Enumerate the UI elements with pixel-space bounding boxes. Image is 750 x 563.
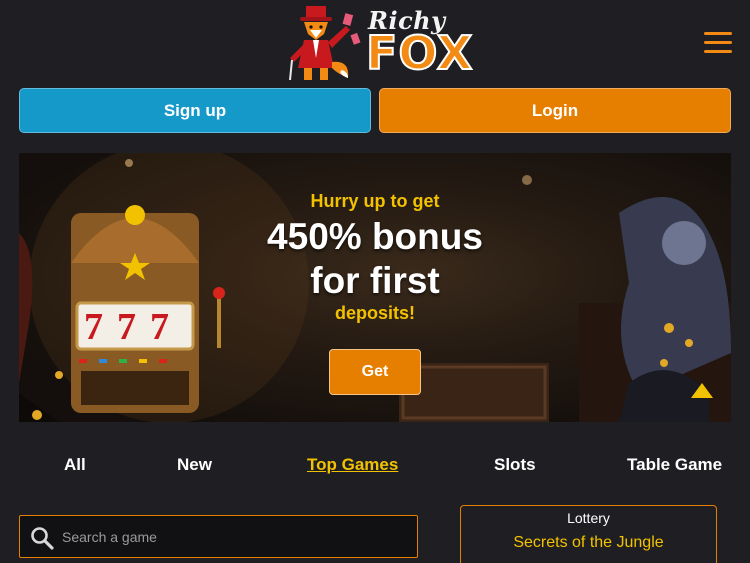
game-search [19, 515, 418, 558]
tab-slots[interactable]: Slots [494, 455, 536, 475]
menu-line [704, 32, 732, 35]
triangle-up-icon[interactable] [691, 383, 713, 398]
promo-title: 450% bonus for first [19, 215, 731, 303]
hamburger-menu-icon[interactable] [704, 32, 732, 56]
tab-table-game[interactable]: Table Game [627, 455, 722, 475]
signup-button[interactable]: Sign up [19, 88, 371, 133]
lottery-name: Secrets of the Jungle [513, 534, 664, 551]
search-icon[interactable] [30, 526, 54, 550]
richy-fox-logo[interactable]: Richy FOX [284, 4, 473, 82]
promo-banner: 7 7 7 Hurry up to get 450% bonus for fir… [19, 153, 731, 422]
promo-title-line1: 450% bonus [267, 216, 483, 257]
login-button[interactable]: Login [379, 88, 731, 133]
tab-top-games[interactable]: Top Games [307, 455, 398, 475]
logo-text-fox: FOX [365, 26, 474, 80]
tab-new[interactable]: New [177, 455, 212, 475]
promo-title-line2: for first [310, 260, 440, 301]
game-category-tabs: All New Top Games Slots Table Game [0, 455, 750, 481]
promo-posttitle: deposits! [334, 303, 415, 323]
tab-all[interactable]: All [64, 455, 86, 475]
lottery-label: Lottery [567, 510, 610, 526]
get-bonus-button[interactable]: Get [329, 349, 421, 395]
header: Richy FOX [0, 0, 750, 88]
menu-line [704, 41, 732, 44]
search-input[interactable] [62, 522, 407, 552]
menu-line [704, 50, 732, 53]
lottery-card[interactable]: Lottery Secrets of the Jungle [460, 505, 717, 563]
promo-pretitle: Hurry up to get [310, 191, 440, 211]
fox-mascot-icon [289, 6, 361, 81]
